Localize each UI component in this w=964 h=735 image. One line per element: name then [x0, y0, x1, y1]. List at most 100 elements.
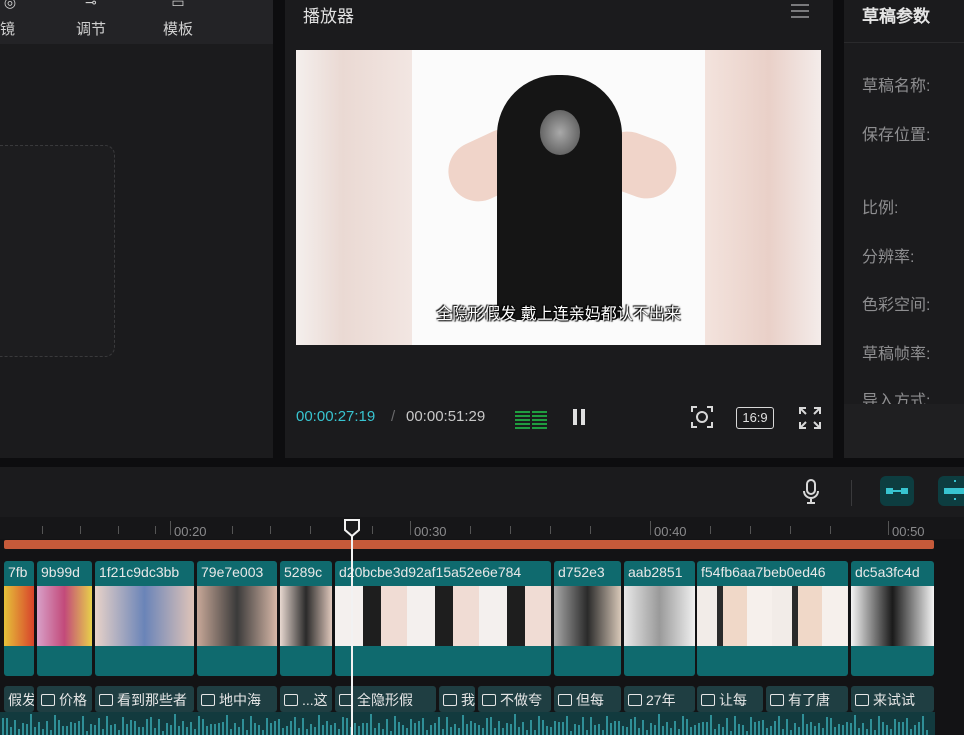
waveform-bar [738, 724, 740, 735]
video-clip[interactable]: 1f21c9dc3bb [95, 561, 194, 676]
video-clip[interactable]: dc5a3fc4d [851, 561, 934, 676]
text-icon [770, 694, 784, 706]
aspect-ratio-button[interactable]: 16:9 [736, 407, 774, 429]
video-clip[interactable]: d752e3 [554, 561, 621, 676]
fullscreen-icon[interactable] [799, 407, 821, 429]
waveform-bar [146, 719, 148, 735]
ruler-tick [310, 526, 311, 534]
text-icon [41, 694, 55, 706]
waveform-bar [774, 721, 776, 735]
waveform-bar [226, 715, 228, 735]
waveform-bar [862, 723, 864, 735]
waveform-bar [702, 722, 704, 735]
waveform-bar [706, 722, 708, 735]
timeline-ruler[interactable] [0, 517, 964, 539]
text-clip-label: 价格 [59, 692, 87, 708]
text-clip[interactable]: 27年 [624, 686, 695, 712]
waveform-bar [22, 723, 24, 735]
waveform-bar [482, 728, 484, 735]
text-clip[interactable]: 有了唐 [766, 686, 848, 712]
media-panel: ◎ 镜 ⊸ 调节 ▭ 模板 [0, 0, 273, 458]
params-title: 草稿参数 [862, 2, 930, 27]
ruler-label: 00:30 [414, 524, 447, 539]
video-clip[interactable]: 7fb [4, 561, 34, 676]
waveform-bar [582, 717, 584, 735]
waveform-bar [402, 725, 404, 735]
playhead-handle[interactable] [343, 518, 361, 538]
waveform-bar [318, 715, 320, 735]
waveform-bar [98, 718, 100, 735]
waveform-bar [126, 724, 128, 735]
ruler-tick [470, 526, 471, 534]
microphone-icon[interactable] [803, 479, 819, 505]
waveform-bar [538, 716, 540, 735]
waveform-bar [518, 727, 520, 735]
playhead-line[interactable] [351, 530, 353, 735]
marker-track[interactable] [4, 540, 934, 549]
waveform-bar [526, 730, 528, 735]
text-clip[interactable]: 不做夸 [478, 686, 551, 712]
text-clip[interactable]: 地中海 [197, 686, 277, 712]
text-clip[interactable]: 看到那些者 [95, 686, 194, 712]
waveform-bar [362, 723, 364, 735]
waveform-bar [894, 719, 896, 735]
waveform-bar [6, 718, 8, 735]
waveform-bar [310, 724, 312, 735]
text-clip-label: 有了唐 [788, 692, 830, 708]
video-clip[interactable]: 5289c [280, 561, 332, 676]
text-clip[interactable]: 但每 [554, 686, 621, 712]
waveform-bar [66, 726, 68, 735]
waveform-bar [202, 719, 204, 735]
waveform-bar [650, 723, 652, 735]
fit-screen-icon[interactable] [690, 405, 714, 429]
waveform-bar [330, 725, 332, 735]
tool-adjust[interactable]: ⊸ 调节 [61, 0, 121, 44]
waveform-bar [598, 724, 600, 735]
waveform-bar [626, 727, 628, 735]
text-clip[interactable]: 让每 [697, 686, 763, 712]
waveform-bar [114, 724, 116, 735]
text-clip[interactable]: 价格 [37, 686, 92, 712]
tool-template[interactable]: ▭ 模板 [148, 0, 208, 44]
waveform-bar [14, 720, 16, 735]
menu-icon[interactable] [791, 4, 809, 22]
video-preview[interactable]: 全隐形假发 戴上连亲妈都认不出来 [296, 50, 821, 345]
text-clip-label: 地中海 [219, 692, 261, 708]
text-clip-label: ...这 [302, 692, 328, 708]
waveform-bar [274, 721, 276, 735]
media-drop-area[interactable] [0, 145, 115, 357]
waveform-bar [810, 722, 812, 735]
text-clip[interactable]: 来试试 [851, 686, 934, 712]
template-icon: ▭ [171, 0, 184, 11]
ruler-tick [750, 526, 751, 534]
text-clip[interactable]: 我 [439, 686, 475, 712]
waveform-bar [474, 723, 476, 735]
text-clip-label: 我 [461, 692, 475, 708]
video-clip[interactable]: 9b99d [37, 561, 92, 676]
main-track-magnet-button[interactable] [880, 476, 914, 506]
waveform-bar [390, 731, 392, 735]
adjust-slider-icon: ⊸ [85, 0, 97, 11]
waveform-bar [406, 728, 408, 735]
video-clip[interactable]: d20bcbe3d92af15a52e6e784 [335, 561, 551, 676]
waveform-bar [590, 717, 592, 735]
video-clip[interactable]: f54fb6aa7beb0ed46 [697, 561, 848, 676]
video-clip[interactable]: 79e7e003 [197, 561, 277, 676]
text-clip-label: 来试试 [873, 692, 915, 708]
ruler-major-tick [170, 521, 171, 535]
waveform-bar [142, 727, 144, 735]
waveform-bar [398, 722, 400, 735]
waveform-bar [778, 716, 780, 735]
audio-track[interactable] [0, 712, 935, 735]
waveform-bar [586, 730, 588, 735]
pause-button[interactable] [573, 409, 585, 425]
waveform-bar [854, 715, 856, 735]
snap-button[interactable] [938, 476, 964, 506]
toolbar-divider [851, 480, 852, 506]
text-clip[interactable]: 假发 [4, 686, 34, 712]
video-clip[interactable]: aab2851 [624, 561, 695, 676]
tool-filter[interactable]: ◎ 镜 [0, 0, 40, 44]
text-clip[interactable]: ...这 [280, 686, 332, 712]
waveform-bar [354, 723, 356, 735]
waveform-bar [818, 723, 820, 735]
